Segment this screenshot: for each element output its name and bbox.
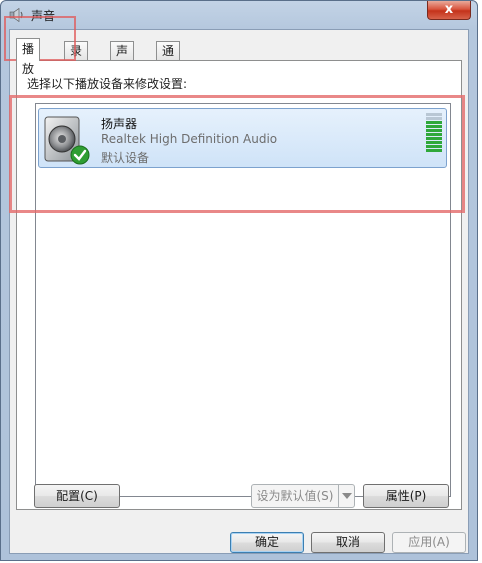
checkmark-icon [70,145,90,165]
ok-button[interactable]: 确定 [230,532,304,553]
device-name: 扬声器 [101,117,138,131]
level-segment [426,121,442,124]
tab-sounds[interactable]: 声音 [110,41,135,76]
speaker-icon [44,116,90,165]
playback-device-list[interactable]: 扬声器 Realtek High Definition Audio 默认设备 [35,103,451,497]
dialog-body: 播放 录制 声音 通信 选择以下播放设备来修改设置: [9,29,469,554]
configure-button[interactable]: 配置(C) [34,484,120,508]
sound-dialog: 声音 x 播放 录制 声音 通信 选择以下播放设备来修改设置: [0,0,478,561]
speaker-icon [9,7,23,23]
window-title: 声音 [31,9,56,23]
level-segment [426,141,442,144]
tab-communications[interactable]: 通信 [156,41,181,76]
tab-content-playback: 选择以下播放设备来修改设置: 扬声器 Realtek High Definiti… [16,60,462,510]
level-segment [426,117,442,120]
set-default-label: 设为默认值(S) [256,489,334,503]
set-default-button[interactable]: 设为默认值(S) [251,484,355,508]
level-segment [426,113,442,116]
cancel-button[interactable]: 取消 [311,532,385,553]
close-button[interactable]: x [427,1,471,20]
level-segment [426,129,442,132]
level-segment [426,145,442,148]
device-driver: Realtek High Definition Audio [101,132,278,146]
level-segment [426,137,442,140]
level-segment [426,149,442,152]
level-segment [426,125,442,128]
device-status: 默认设备 [101,151,150,165]
properties-button[interactable]: 属性(P) [363,484,449,508]
device-item-speakers[interactable]: 扬声器 Realtek High Definition Audio 默认设备 [38,108,447,168]
tab-recording[interactable]: 录制 [64,41,89,76]
title-bar[interactable]: 声音 x [1,1,477,29]
apply-button[interactable]: 应用(A) [392,532,466,553]
level-segment [426,133,442,136]
chevron-down-icon[interactable] [338,485,354,507]
tab-playback[interactable]: 播放 [16,38,41,76]
volume-level-meter [426,113,442,155]
instruction-text: 选择以下播放设备来修改设置: [27,77,188,91]
